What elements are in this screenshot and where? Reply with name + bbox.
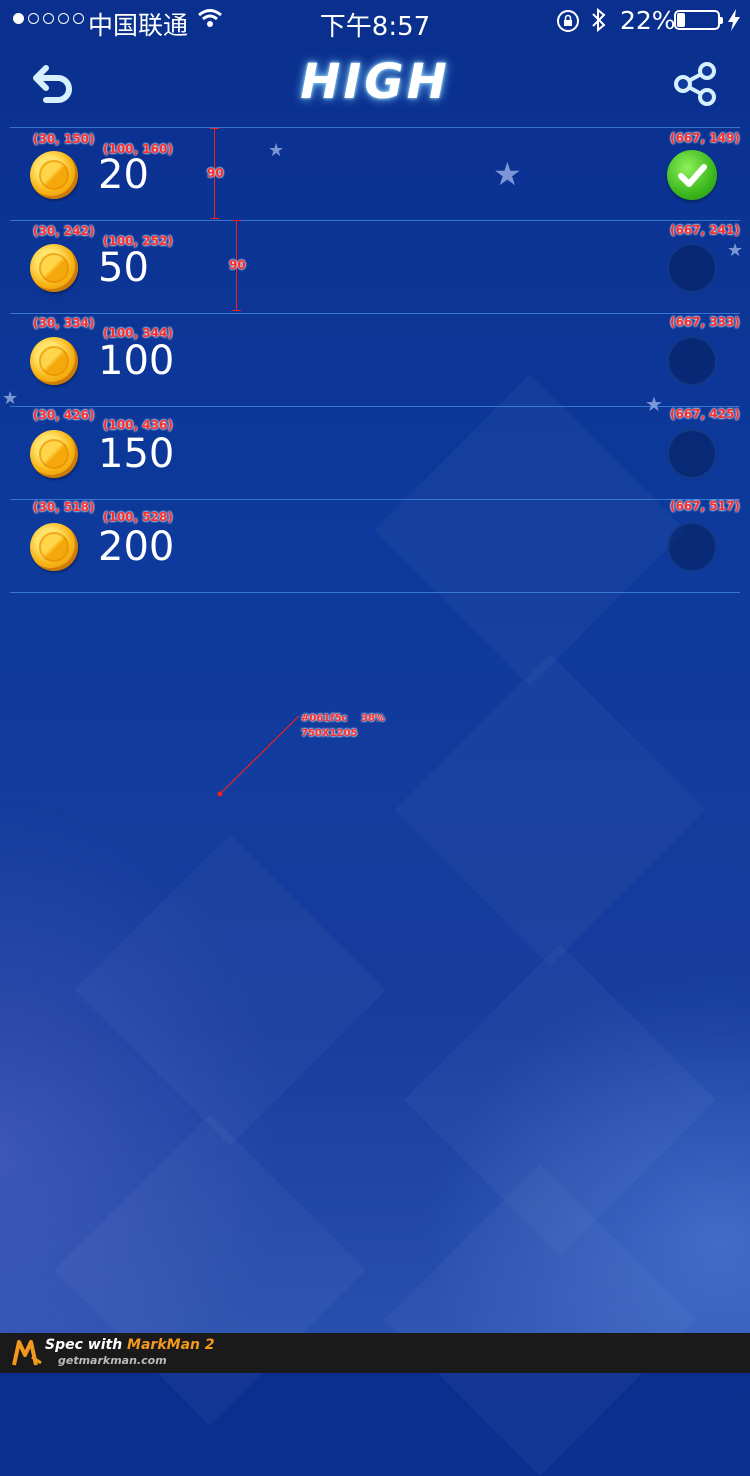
header: HIGH <box>0 40 750 128</box>
bg-color-value: #061f5c <box>301 713 348 724</box>
status-bar: 中国联通 下午8:57 22% <box>0 0 750 42</box>
select-radio[interactable] <box>667 522 717 572</box>
coin-icon <box>30 523 78 571</box>
bet-amount: 20 <box>98 152 149 198</box>
select-radio[interactable] <box>667 150 717 200</box>
bet-amount: 50 <box>98 245 149 291</box>
bet-amount: 100 <box>98 338 175 384</box>
markman-logo-icon <box>12 1340 42 1366</box>
rotation-lock-icon <box>557 10 579 32</box>
radio-position-annotation: (667, 425) <box>670 407 740 421</box>
coin-position-annotation: (30, 150) <box>33 132 95 146</box>
coin-position-annotation: (30, 334) <box>33 316 95 330</box>
radio-position-annotation: (667, 149) <box>670 131 740 145</box>
bet-amount: 150 <box>98 431 175 477</box>
checkmark-icon <box>678 164 707 187</box>
bluetooth-icon <box>592 7 606 33</box>
select-radio[interactable] <box>667 243 717 293</box>
amount-position-annotation: (100, 160) <box>103 142 173 156</box>
amount-position-annotation: (100, 252) <box>103 234 173 248</box>
coin-icon <box>30 151 78 199</box>
spacing-annotation: 90 <box>207 166 224 180</box>
coin-position-annotation: (30, 518) <box>33 500 95 514</box>
amount-position-annotation: (100, 436) <box>103 418 173 432</box>
bg-size-annotation: 750X1205 <box>301 728 358 739</box>
battery-percent: 22% <box>620 6 676 35</box>
bet-option-row[interactable]: 20 <box>10 127 740 220</box>
select-radio[interactable] <box>667 336 717 386</box>
select-radio[interactable] <box>667 429 717 479</box>
amount-position-annotation: (100, 528) <box>103 510 173 524</box>
radio-position-annotation: (667, 333) <box>670 315 740 329</box>
footer-url[interactable]: getmarkman.com <box>58 1354 167 1367</box>
share-icon[interactable] <box>672 62 718 106</box>
color-pointer-line <box>217 715 300 797</box>
coin-icon <box>30 430 78 478</box>
bg-color-annotation: #061f5c 38% <box>301 713 385 724</box>
bet-amount: 200 <box>98 524 175 570</box>
spacing-annotation: 90 <box>229 258 246 272</box>
coin-icon <box>30 337 78 385</box>
coin-position-annotation: (30, 242) <box>33 224 95 238</box>
coin-position-annotation: (30, 426) <box>33 408 95 422</box>
battery-icon <box>674 10 723 30</box>
footer-prefix: Spec with <box>45 1337 123 1353</box>
radio-position-annotation: (667, 517) <box>670 499 740 513</box>
charging-icon <box>728 9 740 31</box>
radio-position-annotation: (667, 241) <box>670 223 740 237</box>
page-title: HIGH <box>300 54 450 110</box>
bg-opacity-value: 38% <box>360 713 385 724</box>
amount-position-annotation: (100, 344) <box>103 326 173 340</box>
footer-tagline: Spec with MarkMan 2 <box>45 1337 215 1353</box>
markman-footer: Spec with MarkMan 2 getmarkman.com <box>0 1333 750 1373</box>
coin-icon <box>30 244 78 292</box>
footer-brand: MarkMan 2 <box>127 1337 215 1353</box>
